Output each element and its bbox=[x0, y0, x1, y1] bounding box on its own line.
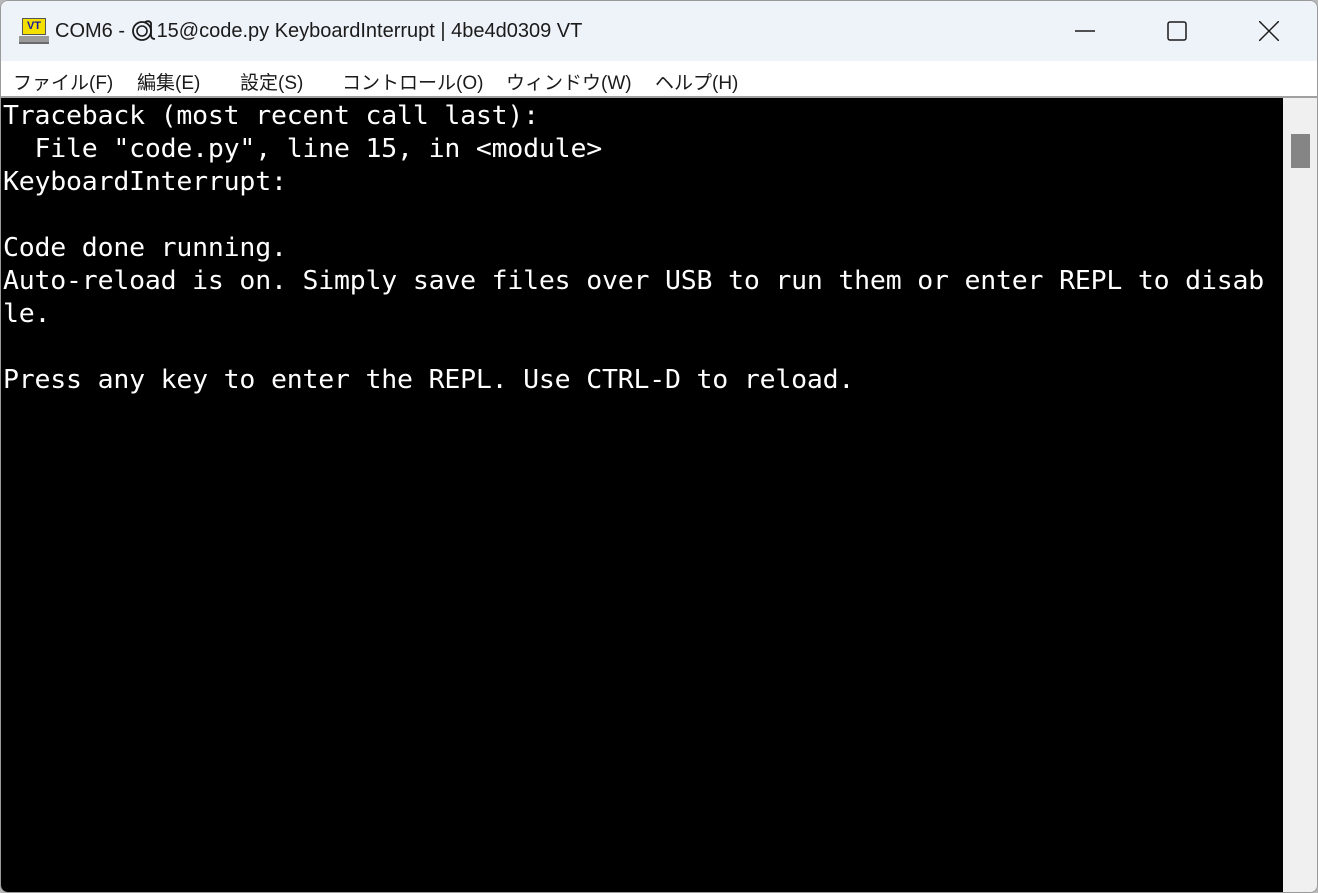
minimize-icon bbox=[1075, 30, 1095, 32]
minimize-button[interactable] bbox=[1039, 1, 1131, 61]
terminal-line: le. bbox=[3, 299, 51, 329]
app-icon-screen: VT bbox=[22, 18, 46, 35]
terminal-line: Code done running. bbox=[3, 233, 287, 263]
menu-help[interactable]: ヘルプ(H) bbox=[655, 68, 738, 95]
app-icon-base bbox=[19, 36, 49, 44]
menu-control[interactable]: コントロール(O) bbox=[342, 68, 483, 95]
menu-window[interactable]: ウィンドウ(W) bbox=[506, 68, 632, 95]
menu-file[interactable]: ファイル(F) bbox=[13, 68, 113, 95]
title-suffix: 15@code.py KeyboardInterrupt | 4be4d0309… bbox=[156, 20, 583, 42]
terminal-line: KeyboardInterrupt: bbox=[3, 167, 287, 197]
title-bar[interactable]: VT COM6 - 15@code.py KeyboardInterrupt |… bbox=[1, 1, 1317, 61]
terminal-output[interactable]: Traceback (most recent call last): File … bbox=[1, 98, 1283, 892]
terminal-line: Auto-reload is on. Simply save files ove… bbox=[3, 266, 1265, 296]
menu-edit[interactable]: 編集(E) bbox=[137, 68, 200, 95]
teraterm-app-icon[interactable]: VT bbox=[19, 18, 49, 44]
title-prefix: COM6 - bbox=[55, 20, 131, 42]
menu-bar: ファイル(F) 編集(E) 設定(S) コントロール(O) ウィンドウ(W) ヘ… bbox=[1, 61, 1317, 98]
terminal-window: VT COM6 - 15@code.py KeyboardInterrupt |… bbox=[0, 0, 1318, 893]
window-title: COM6 - 15@code.py KeyboardInterrupt | 4b… bbox=[55, 19, 582, 43]
maximize-icon bbox=[1167, 21, 1187, 41]
terminal-line: Press any key to enter the REPL. Use CTR… bbox=[3, 365, 855, 395]
circuitpython-snake-icon bbox=[131, 19, 157, 41]
terminal-line: Traceback (most recent call last): bbox=[3, 101, 539, 131]
menu-settings[interactable]: 設定(S) bbox=[240, 68, 303, 95]
close-icon bbox=[1259, 21, 1279, 41]
close-button[interactable] bbox=[1223, 1, 1315, 61]
vertical-scrollbar[interactable] bbox=[1283, 98, 1317, 892]
scrollbar-thumb[interactable] bbox=[1291, 134, 1310, 168]
maximize-button[interactable] bbox=[1131, 1, 1223, 61]
terminal-line: File "code.py", line 15, in <module> bbox=[3, 134, 603, 164]
